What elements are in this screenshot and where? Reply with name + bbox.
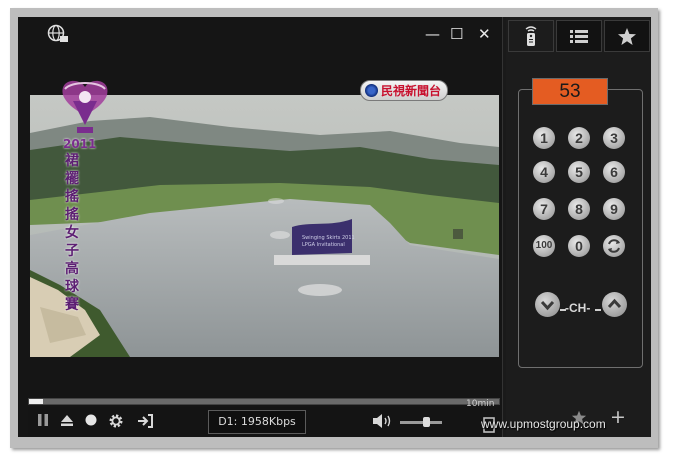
key-7[interactable]: 7	[533, 198, 555, 220]
channel-number-display: 53	[532, 78, 608, 105]
channel-label: -CH-	[565, 301, 591, 315]
tab-remote[interactable]	[508, 20, 554, 52]
star-icon	[618, 27, 636, 45]
seek-bar[interactable]	[28, 398, 500, 405]
channel-name: 民視新聞台	[381, 84, 442, 98]
svg-text:LPGA Invitational: LPGA Invitational	[302, 242, 345, 248]
control-bar: D1: 1958Kbps	[28, 407, 500, 437]
player-panel: — ☐ ✕ Swinging Skirts 2011 LPGA Invitati…	[18, 17, 503, 437]
key-9[interactable]: 9	[603, 198, 625, 220]
channel-up-button[interactable]	[602, 292, 627, 317]
channel-line-right	[595, 309, 601, 311]
eject-button[interactable]	[60, 413, 74, 430]
maximize-button[interactable]: ☐	[450, 25, 463, 43]
svg-text:Swinging Skirts 2011: Swinging Skirts 2011	[302, 235, 355, 241]
exit-icon	[138, 414, 153, 428]
key-0[interactable]: 0	[568, 235, 590, 257]
tab-favorites[interactable]	[604, 20, 650, 52]
volume-knob[interactable]	[423, 417, 431, 427]
refresh-icon	[608, 239, 620, 253]
record-icon	[85, 414, 97, 426]
gear-icon	[109, 414, 123, 428]
event-year: 2011	[63, 137, 97, 151]
list-icon	[570, 30, 588, 43]
globe-icon[interactable]	[47, 24, 69, 44]
chevron-down-icon	[540, 300, 555, 311]
side-panel: 53 1 2 3 4 5 6 7 8 9 100 0 -CH- +	[506, 17, 651, 437]
key-5[interactable]: 5	[568, 161, 590, 183]
key-8[interactable]: 8	[568, 198, 590, 220]
remote-icon	[525, 26, 537, 46]
watermark-text: www.upmostgroup.com	[481, 417, 606, 431]
channel-logo-icon	[365, 84, 378, 97]
pause-button[interactable]	[36, 413, 50, 430]
refresh-button[interactable]	[603, 235, 625, 257]
pause-icon	[38, 414, 48, 426]
channel-logo: 民視新聞台	[360, 80, 449, 101]
key-100[interactable]: 100	[533, 235, 555, 257]
key-4[interactable]: 4	[533, 161, 555, 183]
minimize-button[interactable]: —	[425, 25, 440, 43]
mute-button[interactable]	[372, 413, 392, 432]
tab-list[interactable]	[556, 20, 602, 52]
tv-player-window: — ☐ ✕ Swinging Skirts 2011 LPGA Invitati…	[18, 17, 651, 437]
key-1[interactable]: 1	[533, 127, 555, 149]
settings-button[interactable]	[108, 413, 124, 432]
exit-button[interactable]	[136, 413, 154, 432]
eject-icon	[61, 415, 73, 426]
seek-bar-fill	[29, 399, 44, 404]
event-title: 裙襬搖搖女子高球賽	[65, 153, 79, 313]
key-2[interactable]: 2	[568, 127, 590, 149]
bitrate-display[interactable]: D1: 1958Kbps	[208, 410, 306, 434]
record-button[interactable]	[84, 413, 98, 430]
add-button[interactable]: +	[610, 406, 626, 428]
close-button[interactable]: ✕	[478, 25, 491, 43]
key-3[interactable]: 3	[603, 127, 625, 149]
key-6[interactable]: 6	[603, 161, 625, 183]
volume-slider[interactable]	[400, 417, 442, 427]
speaker-icon	[373, 414, 391, 428]
channel-down-button[interactable]	[535, 292, 560, 317]
chevron-up-icon	[607, 298, 622, 309]
event-logo-icon	[62, 80, 108, 133]
